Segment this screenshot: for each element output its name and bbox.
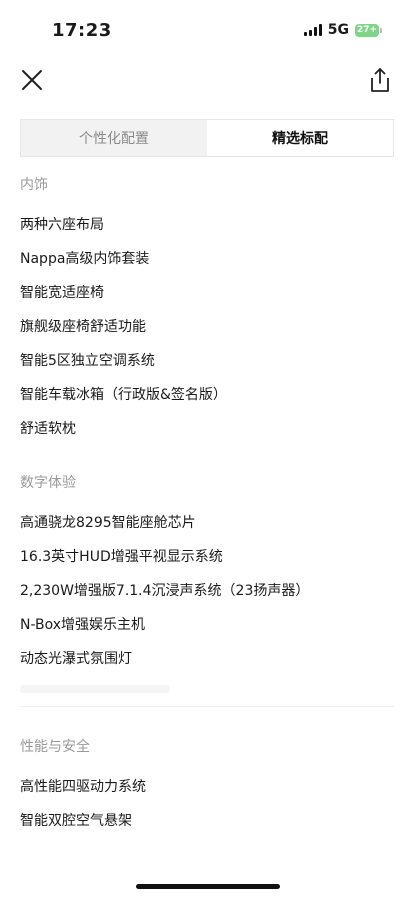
list-item: 两种六座布局 (20, 217, 104, 233)
config-tabs: 个性化配置 精选标配 (20, 119, 394, 157)
section-title-performance-safety: 性能与安全 (20, 739, 90, 755)
signal-icon (303, 24, 322, 36)
close-icon (22, 70, 42, 90)
tab-standard-features[interactable]: 精选标配 (207, 120, 393, 156)
close-button[interactable] (20, 68, 44, 92)
share-icon (371, 68, 389, 92)
section-divider (20, 706, 394, 707)
list-item: Nappa高级内饰套装 (20, 251, 150, 267)
feature-list: 内饰 两种六座布局 Nappa高级内饰套装 智能宽适座椅 旗舰级座椅舒适功能 智… (20, 168, 400, 838)
battery-level: 27+ (356, 25, 378, 35)
list-item: 智能宽适座椅 (20, 285, 104, 301)
top-nav (0, 58, 415, 102)
list-item: 旗舰级座椅舒适功能 (20, 319, 146, 335)
section-title-interior: 内饰 (20, 177, 48, 193)
list-item: 智能5区独立空调系统 (20, 353, 155, 369)
battery-icon: 27+ (355, 23, 382, 37)
list-item: 动态光瀑式氛围灯 (20, 651, 132, 667)
list-item: 2,230W增强版7.1.4沉浸声系统（23扬声器） (20, 583, 310, 599)
list-item: 高性能四驱动力系统 (20, 779, 146, 795)
network-label: 5G (327, 22, 349, 38)
list-item: 智能双腔空气悬架 (20, 813, 132, 829)
home-indicator[interactable] (136, 884, 280, 889)
list-item: 高通骁龙8295智能座舱芯片 (20, 515, 196, 531)
list-item: 智能车载冰箱（行政版&签名版） (20, 387, 227, 403)
share-button[interactable] (367, 66, 393, 94)
status-bar: 17:23 5G 27+ (0, 0, 415, 56)
faded-list-item (20, 676, 400, 700)
tab-personalized-config[interactable]: 个性化配置 (21, 120, 207, 156)
section-title-digital-experience: 数字体验 (20, 475, 76, 491)
status-indicators: 5G 27+ (303, 22, 382, 38)
status-time: 17:23 (52, 20, 112, 41)
list-item: 16.3英寸HUD增强平视显示系统 (20, 549, 223, 565)
list-item: N-Box增强娱乐主机 (20, 617, 146, 633)
list-item: 舒适软枕 (20, 421, 76, 437)
